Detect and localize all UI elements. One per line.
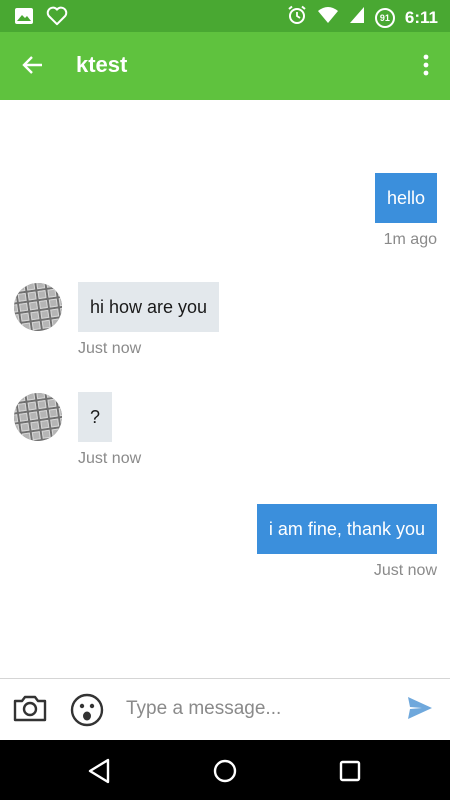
message-bubble[interactable]: i am fine, thank you — [256, 504, 437, 554]
message-composer — [0, 678, 450, 740]
back-button[interactable] — [16, 50, 50, 84]
emoji-icon — [70, 693, 104, 731]
avatar[interactable] — [14, 393, 62, 441]
message-bubble[interactable]: hi how are you — [78, 282, 220, 332]
status-bar: 91 6:11 — [0, 0, 450, 32]
alarm-icon — [287, 5, 307, 30]
camera-icon — [12, 695, 48, 727]
status-right-icons: 91 6:11 — [287, 5, 438, 30]
message-outgoing: i am fine, thank you Just now — [256, 504, 437, 580]
more-vertical-icon — [423, 54, 429, 81]
conversation-title: ktest — [76, 52, 128, 77]
heart-outline-icon — [46, 6, 68, 31]
app-bar: ktest — [0, 32, 450, 100]
avatar[interactable] — [14, 283, 62, 331]
recents-square-icon — [337, 760, 363, 789]
message-input[interactable] — [126, 693, 386, 725]
wifi-icon — [317, 6, 339, 29]
camera-button[interactable] — [12, 693, 48, 725]
message-timestamp: Just now — [78, 450, 142, 467]
message-timestamp: Just now — [78, 340, 142, 357]
cell-signal-icon — [349, 6, 365, 29]
overflow-menu-button[interactable] — [414, 50, 438, 84]
status-time: 6:11 — [404, 7, 438, 27]
image-icon — [14, 7, 34, 30]
message-outgoing: hello 1m ago — [374, 173, 437, 249]
system-nav-bar — [0, 740, 450, 800]
emoji-button[interactable] — [70, 693, 104, 727]
battery-badge: 91 — [374, 7, 395, 28]
nav-back-button[interactable] — [86, 757, 114, 785]
send-button[interactable] — [406, 695, 436, 725]
send-icon — [406, 697, 434, 725]
home-circle-icon — [211, 759, 239, 789]
nav-home-button[interactable] — [211, 757, 239, 785]
arrow-left-icon — [21, 53, 45, 82]
message-timestamp: 1m ago — [383, 231, 437, 248]
message-list[interactable]: hello 1m ago hi how are you Just now ? J… — [0, 100, 450, 678]
chat-screen: 91 6:11 ktest hello 1m ago hi how are yo… — [0, 0, 450, 800]
back-triangle-icon — [86, 758, 112, 789]
message-timestamp: Just now — [373, 562, 437, 579]
message-incoming: hi how are you Just now — [14, 282, 220, 358]
status-left-icons — [14, 6, 68, 31]
nav-recents-button[interactable] — [337, 757, 365, 785]
message-incoming: ? Just now — [14, 392, 142, 468]
message-bubble[interactable]: ? — [78, 392, 113, 442]
message-bubble[interactable]: hello — [374, 173, 437, 223]
